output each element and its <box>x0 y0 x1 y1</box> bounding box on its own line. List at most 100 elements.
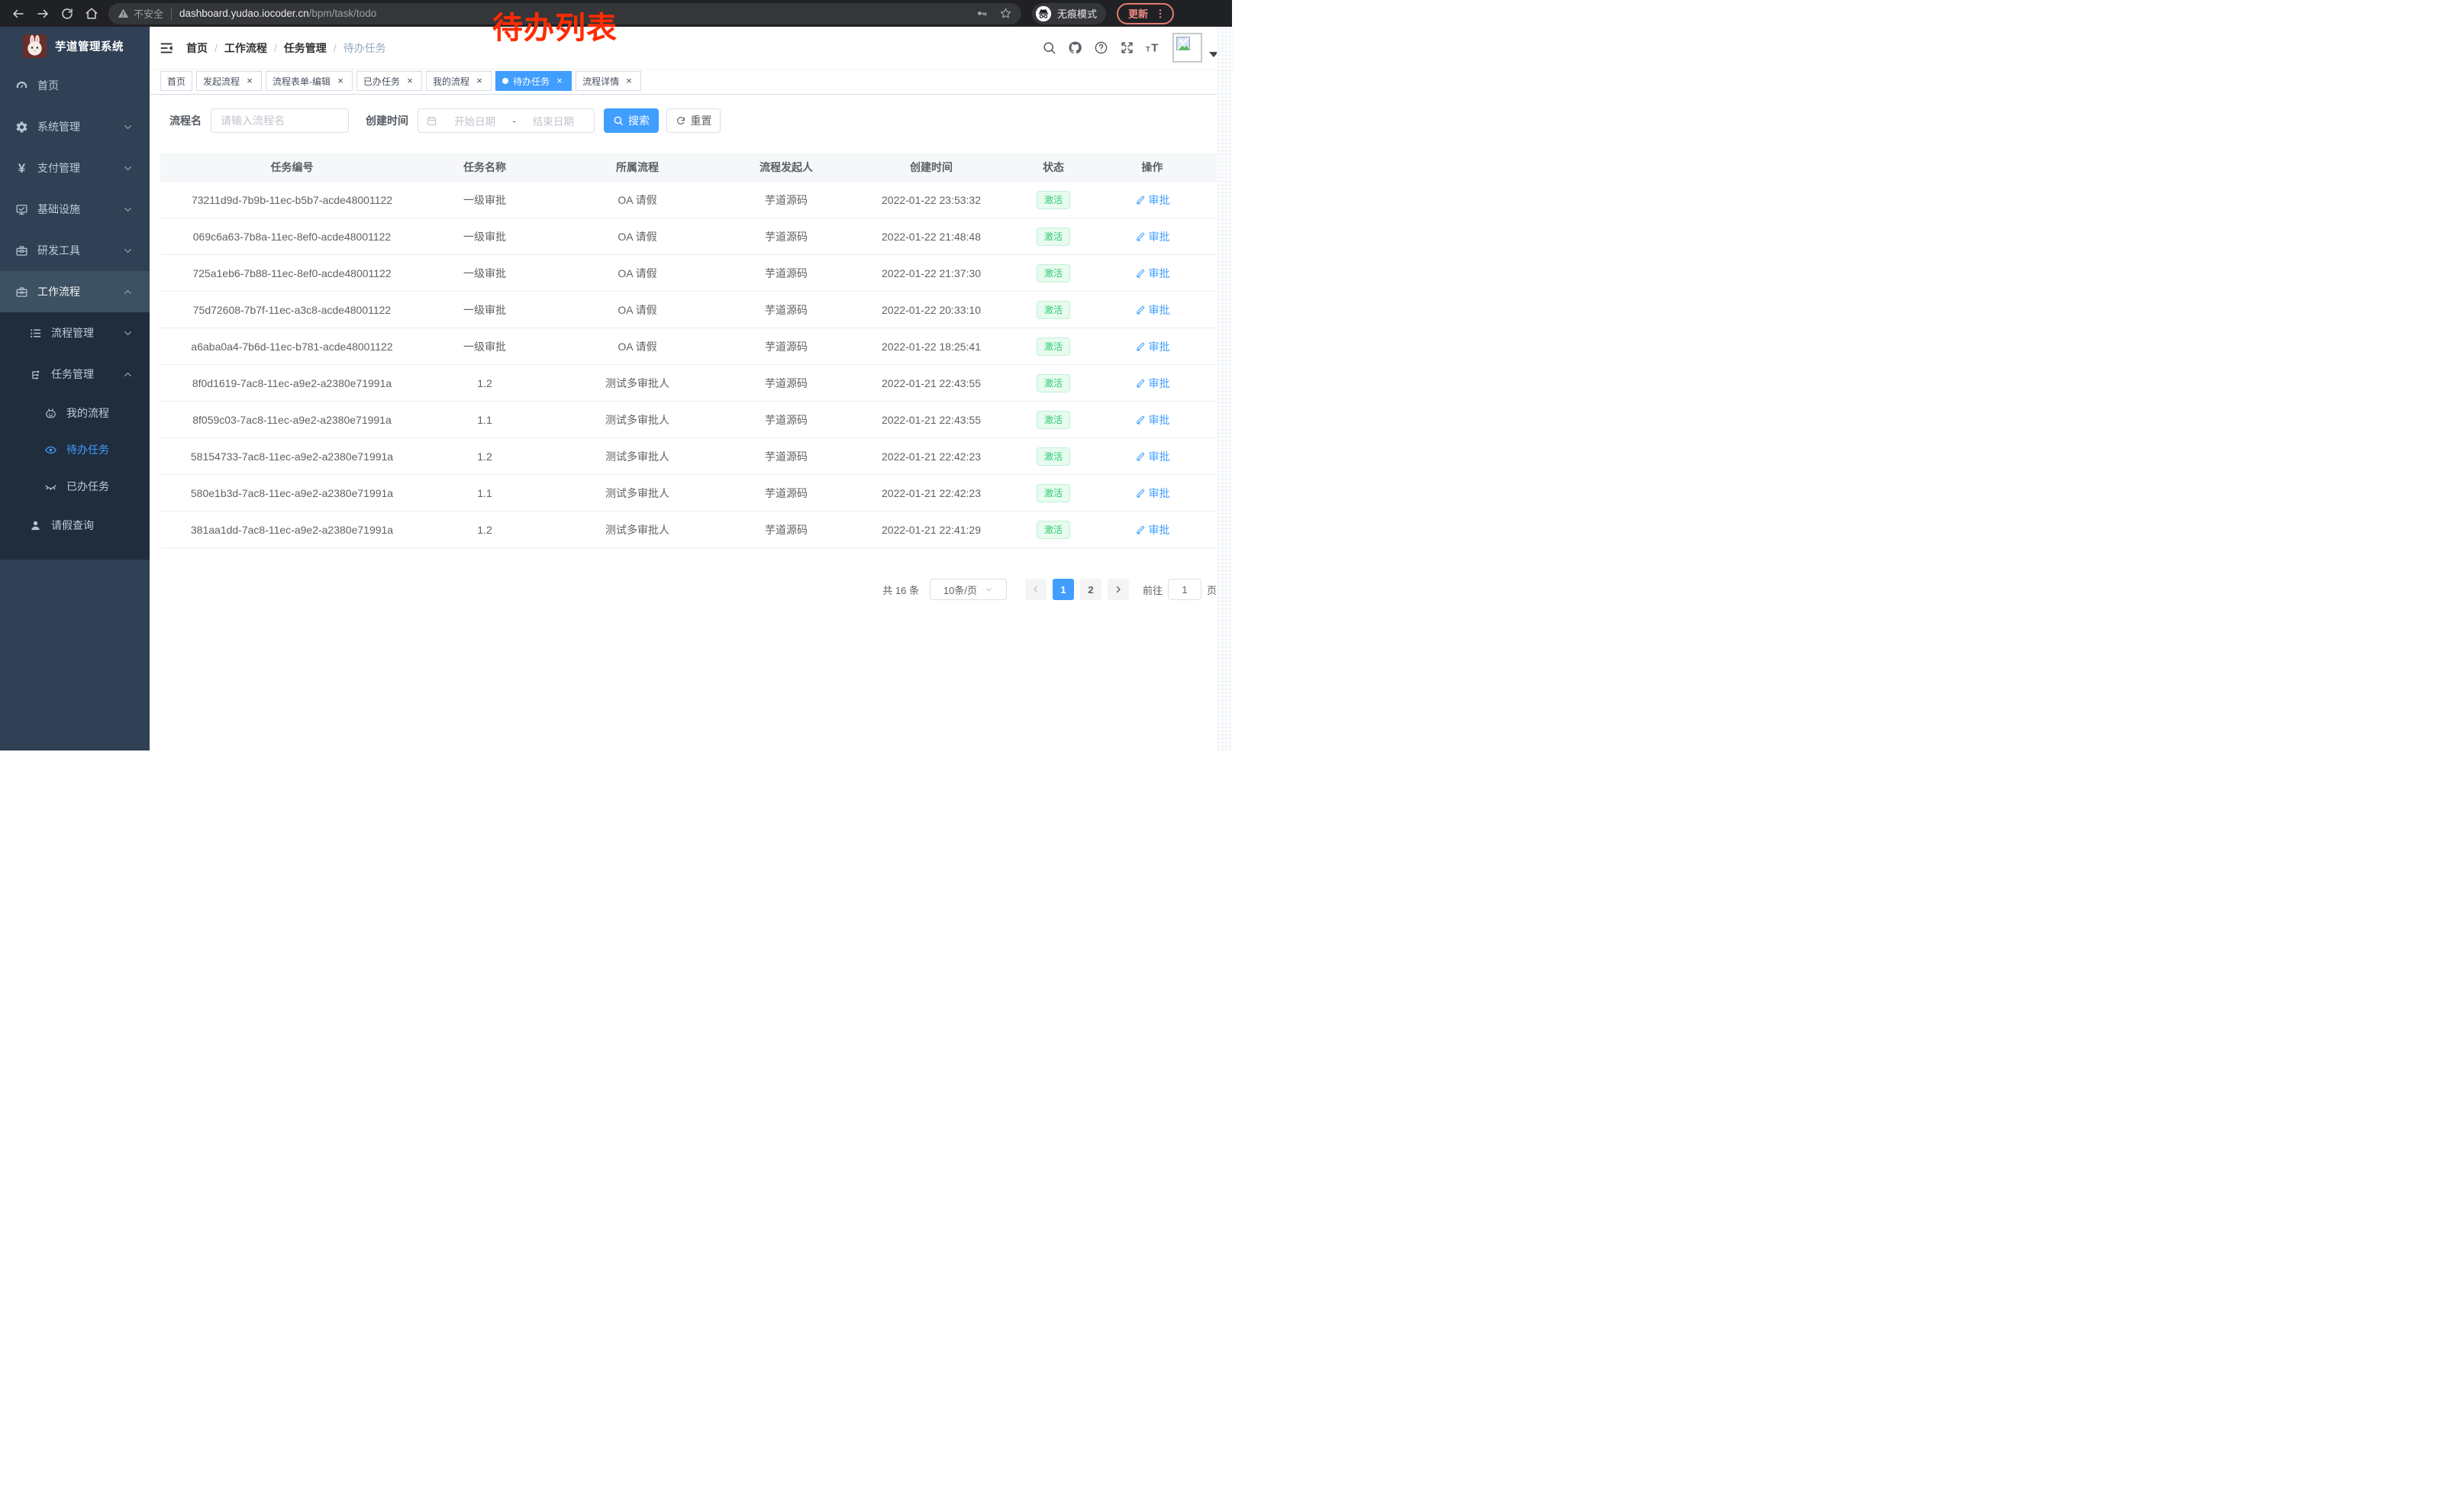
sidebar-item-my-process[interactable]: 我的流程 <box>0 395 150 431</box>
approve-link[interactable]: 审批 <box>1135 192 1170 208</box>
tab-流程表单-编辑[interactable]: 流程表单-编辑× <box>266 71 353 91</box>
col-starter: 流程发起人 <box>729 160 843 175</box>
reload-icon[interactable] <box>60 7 74 21</box>
sidebar-item-payment[interactable]: ¥支付管理 <box>0 147 150 189</box>
tab-我的流程[interactable]: 我的流程× <box>426 71 492 91</box>
breadcrumb-workflow[interactable]: 工作流程 <box>224 40 267 56</box>
cell-process: OA 请假 <box>546 339 729 354</box>
key-icon[interactable] <box>976 7 989 20</box>
approve-link[interactable]: 审批 <box>1135 229 1170 244</box>
sidebar-collapse-button[interactable] <box>159 40 174 56</box>
close-icon[interactable]: × <box>405 76 415 86</box>
next-page-button[interactable] <box>1108 579 1129 600</box>
sidebar-item-label: 任务管理 <box>51 366 123 382</box>
sidebar-item-label: 已办任务 <box>66 479 150 494</box>
chevron-down-icon <box>985 586 993 594</box>
approve-link[interactable]: 审批 <box>1135 339 1170 354</box>
tab-发起流程[interactable]: 发起流程 × <box>196 71 262 91</box>
date-range-picker[interactable]: 开始日期 - 结束日期 <box>418 108 595 133</box>
close-icon[interactable]: × <box>554 76 565 86</box>
process-name-input[interactable] <box>211 108 349 133</box>
sidebar-item-devtools[interactable]: 研发工具 <box>0 230 150 271</box>
cell-task-id: a6aba0a4-7b6d-11ec-b781-acde48001122 <box>160 341 424 353</box>
approve-link[interactable]: 审批 <box>1135 376 1170 391</box>
table-row: 8f0d1619-7ac8-11ec-a9e2-a2380e71991a1.2测… <box>160 365 1217 402</box>
tab-流程详情[interactable]: 流程详情× <box>576 71 641 91</box>
update-button[interactable]: 更新 <box>1117 3 1174 24</box>
cell-actions: 审批 <box>1088 339 1217 354</box>
app-logo[interactable]: 芋道管理系统 <box>0 27 150 65</box>
reset-button[interactable]: 重置 <box>666 108 721 133</box>
font-size-icon[interactable]: TT <box>1146 40 1160 55</box>
breadcrumb-task-mgmt[interactable]: 任务管理 <box>284 40 327 56</box>
logo-image <box>23 34 47 58</box>
edit-pencil-icon <box>1135 231 1146 242</box>
approve-link[interactable]: 审批 <box>1135 412 1170 428</box>
fullscreen-icon[interactable] <box>1120 40 1134 55</box>
github-icon[interactable] <box>1068 40 1082 55</box>
reset-button-label: 重置 <box>691 113 712 128</box>
cell-create-time: 2022-01-21 22:42:23 <box>843 450 1019 463</box>
tab-label: 发起流程 <box>203 75 240 88</box>
sidebar-item-label: 我的流程 <box>66 405 150 421</box>
back-icon[interactable] <box>11 7 25 21</box>
tab-待办任务[interactable]: 待办任务× <box>495 71 572 91</box>
close-icon[interactable]: × <box>624 76 634 86</box>
monitor-icon <box>15 203 28 216</box>
sidebar-item-system[interactable]: 系统管理 <box>0 106 150 147</box>
sidebar-item-done-task[interactable]: 已办任务 <box>0 468 150 505</box>
close-icon[interactable]: × <box>244 76 255 86</box>
breadcrumb-home[interactable]: 首页 <box>186 40 208 56</box>
page-size-select[interactable]: 10条/页 <box>930 579 1007 600</box>
approve-link[interactable]: 审批 <box>1135 266 1170 281</box>
app-window: 芋道管理系统 首页系统管理¥支付管理基础设施研发工具工作流程流程管理任务管理我的… <box>0 27 1232 750</box>
forward-icon[interactable] <box>36 7 50 21</box>
svg-text:T: T <box>1151 42 1159 55</box>
cell-status: 激活 <box>1019 521 1088 539</box>
cell-starter: 芋道源码 <box>729 486 843 501</box>
calendar-icon <box>426 115 437 127</box>
home-icon[interactable] <box>85 7 98 21</box>
prev-page-button[interactable] <box>1025 579 1047 600</box>
sidebar-item-workflow[interactable]: 工作流程 <box>0 271 150 312</box>
approve-link[interactable]: 审批 <box>1135 522 1170 537</box>
sidebar-item-task-mgmt[interactable]: 任务管理 <box>0 353 150 395</box>
user-avatar[interactable] <box>1172 33 1202 63</box>
status-badge: 激活 <box>1037 484 1070 502</box>
tab-已办任务[interactable]: 已办任务× <box>356 71 422 91</box>
cell-starter: 芋道源码 <box>729 266 843 281</box>
sidebar-item-infra[interactable]: 基础设施 <box>0 189 150 230</box>
table-row: 58154733-7ac8-11ec-a9e2-a2380e71991a1.2测… <box>160 438 1217 475</box>
cell-actions: 审批 <box>1088 486 1217 501</box>
url-host: dashboard.yudao.iocoder.cn <box>179 8 309 19</box>
edit-pencil-icon <box>1135 341 1146 352</box>
col-status: 状态 <box>1019 160 1088 175</box>
goto-page-input[interactable] <box>1168 579 1201 600</box>
search-button[interactable]: 搜索 <box>604 108 659 133</box>
close-icon[interactable]: × <box>474 76 485 86</box>
tab-首页[interactable]: 首页 <box>160 71 192 91</box>
approve-link[interactable]: 审批 <box>1135 302 1170 318</box>
sidebar-item-todo-task[interactable]: 待办任务 <box>0 431 150 468</box>
cell-task-name: 1.1 <box>424 414 546 426</box>
page-button-1[interactable]: 1 <box>1053 579 1074 600</box>
sidebar-item-home[interactable]: 首页 <box>0 65 150 106</box>
process-name-label: 流程名 <box>169 113 202 128</box>
sidebar-item-leave-query[interactable]: 请假查询 <box>0 505 150 546</box>
dashboard-icon <box>15 79 28 92</box>
tab-label: 首页 <box>167 75 185 88</box>
yen-icon: ¥ <box>15 162 28 175</box>
approve-link[interactable]: 审批 <box>1135 449 1170 464</box>
header-actions: TT <box>1030 33 1218 63</box>
sidebar-item-process-mgmt[interactable]: 流程管理 <box>0 312 150 353</box>
bookmark-star-icon[interactable] <box>999 7 1012 20</box>
browser-menu-icon[interactable] <box>1155 8 1166 19</box>
close-icon[interactable]: × <box>335 76 346 86</box>
help-icon[interactable] <box>1094 40 1108 55</box>
table-row: 725a1eb6-7b88-11ec-8ef0-acde48001122一级审批… <box>160 255 1217 292</box>
search-icon[interactable] <box>1042 40 1056 55</box>
approve-link-label: 审批 <box>1149 266 1170 281</box>
page-button-2[interactable]: 2 <box>1080 579 1101 600</box>
cell-actions: 审批 <box>1088 192 1217 208</box>
approve-link[interactable]: 审批 <box>1135 486 1170 501</box>
